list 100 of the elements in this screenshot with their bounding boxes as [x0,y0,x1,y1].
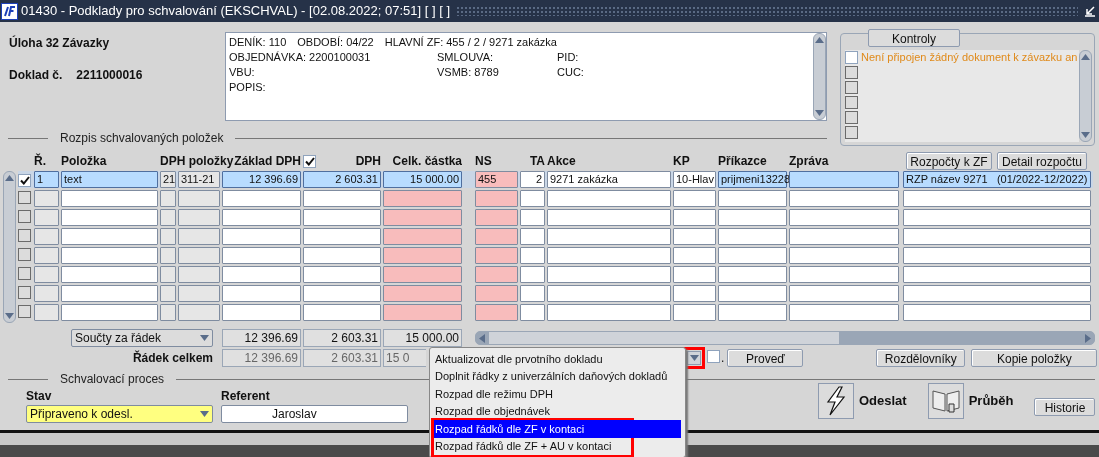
table-cell[interactable] [718,304,787,321]
table-cell[interactable] [303,304,381,321]
table-cell[interactable] [547,285,671,302]
table-cell[interactable] [178,247,220,264]
progress-icon-button[interactable] [927,383,964,419]
table-cell[interactable] [34,285,59,302]
table-cell[interactable] [61,304,158,321]
send-icon-button[interactable] [818,383,854,419]
table-cell[interactable] [383,209,462,226]
menu-item[interactable]: Aktualizovat dle prvotního dokladu [434,350,681,368]
table-cell[interactable] [903,266,1091,283]
table-cell[interactable] [178,266,220,283]
table-cell[interactable] [160,285,176,302]
menu-item[interactable]: Rozpad řádků dle ZF v kontaci [434,420,681,438]
table-cell[interactable] [547,266,671,283]
table-cell[interactable]: 2 [520,171,545,188]
table-cell[interactable] [34,266,59,283]
table-cell[interactable] [222,209,301,226]
table-cell[interactable] [520,247,545,264]
checkbox[interactable] [18,190,31,204]
table-cell[interactable] [160,247,176,264]
table-cell[interactable] [520,228,545,245]
table-cell[interactable]: 2 603.31 [303,171,381,188]
table-cell[interactable] [222,285,301,302]
table-cell[interactable] [222,304,301,321]
table-cell[interactable] [903,304,1091,321]
table-cell[interactable] [178,304,220,321]
table-cell[interactable] [789,266,899,283]
menu-item[interactable]: Rozpad dle objednávek [434,402,681,420]
checkbox[interactable] [845,51,858,64]
table-cell[interactable] [789,209,899,226]
table-cell[interactable]: prijmeni13228 [718,171,787,188]
table-cell[interactable] [61,228,158,245]
table-cell[interactable] [383,304,462,321]
table-cell[interactable] [178,285,220,302]
table-cell[interactable] [475,228,518,245]
table-cell[interactable] [547,247,671,264]
table-cell[interactable] [303,209,381,226]
table-cell[interactable] [383,190,462,207]
table-cell[interactable] [789,247,899,264]
table-cell[interactable] [160,304,176,321]
table-cell[interactable] [520,285,545,302]
checkbox[interactable] [845,111,858,124]
checkbox[interactable] [18,247,31,261]
table-cell[interactable] [222,247,301,264]
table-cell[interactable] [160,209,176,226]
info-text-area[interactable]: DENÍK: 110 OBDOBÍ: 04/22 HLAVNÍ ZF: 455 / 2 / 9271 zakázka OBJEDNÁVKA: 2200100031 SMLOUVA: PID: VBU: VSMB: 8789 CUC: POPIS: [225,32,827,121]
table-cell[interactable] [475,266,518,283]
table-cell[interactable] [718,247,787,264]
table-cell[interactable] [718,228,787,245]
table-cell[interactable] [383,266,462,283]
table-cell[interactable] [61,285,158,302]
table-cell[interactable] [61,266,158,283]
scrollbar[interactable] [1079,50,1092,142]
table-cell[interactable] [520,190,545,207]
table-cell[interactable] [718,285,787,302]
table-cell[interactable] [789,304,899,321]
table-cell[interactable] [673,285,716,302]
checkbox[interactable] [845,96,858,109]
state-select[interactable]: Připraveno k odesl. [26,405,213,423]
sum-selector[interactable]: Součty za řádek [71,329,213,347]
table-cell[interactable] [903,228,1091,245]
table-cell[interactable]: 1 [34,171,59,188]
button[interactable]: Kopie položky [971,349,1098,367]
referent-field[interactable]: Jaroslav [221,405,408,423]
checkbox[interactable] [18,304,31,318]
scrollbar[interactable] [813,33,826,120]
table-cell[interactable] [547,228,671,245]
table-cell[interactable] [61,190,158,207]
checkbox[interactable] [845,126,858,139]
checkbox[interactable] [707,350,720,363]
button[interactable]: Proveď [727,349,804,367]
table-cell[interactable] [789,171,899,188]
button[interactable]: Detail rozpočtu [997,152,1087,170]
checkbox[interactable] [18,266,31,280]
table-cell[interactable] [718,190,787,207]
table-cell[interactable] [34,304,59,321]
button[interactable]: Rozdělovníky [876,349,966,367]
menu-item[interactable]: Rozpad dle režimu DPH [434,385,681,403]
table-cell[interactable] [547,190,671,207]
table-cell[interactable] [673,266,716,283]
table-cell[interactable]: 12 396.69 [222,171,301,188]
table-cell[interactable] [178,209,220,226]
table-cell[interactable] [222,228,301,245]
table-cell[interactable] [303,285,381,302]
table-cell[interactable] [178,228,220,245]
button[interactable]: Rozpočty k ZF [906,152,992,170]
table-cell[interactable]: 455 [475,171,518,188]
table-cell[interactable] [673,247,716,264]
table-row[interactable] [18,247,1093,264]
table-cell[interactable] [718,266,787,283]
table-cell[interactable] [673,190,716,207]
table-cell[interactable] [903,285,1091,302]
checkbox[interactable] [845,66,858,79]
table-cell[interactable] [34,228,59,245]
table-cell[interactable] [673,228,716,245]
table-cell[interactable] [903,190,1091,207]
table-cell[interactable] [383,247,462,264]
checkbox[interactable] [18,228,31,242]
table-cell[interactable] [34,190,59,207]
